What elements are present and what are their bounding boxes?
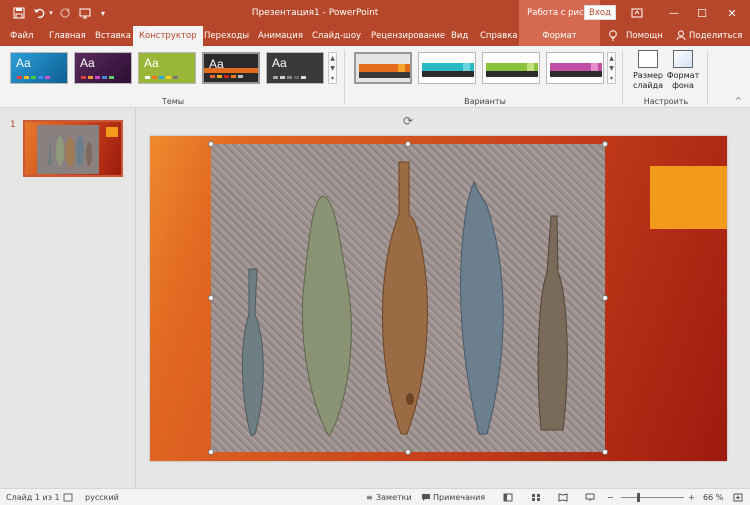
group-divider xyxy=(344,50,345,104)
tab-slideshow[interactable]: Слайд-шоу xyxy=(312,26,361,46)
themes-group-label: Темы xyxy=(161,97,185,106)
zoom-in-button[interactable]: + xyxy=(688,489,695,505)
close-button[interactable]: ✕ xyxy=(718,0,746,26)
variant-thumbnail[interactable] xyxy=(482,52,540,84)
group-divider xyxy=(707,50,708,104)
tab-animation[interactable]: Анимация xyxy=(258,26,303,46)
resize-handle[interactable] xyxy=(602,449,608,455)
zoom-level[interactable]: 66 % xyxy=(703,489,723,505)
themes-scroll[interactable]: ▲ ▼ ▾ xyxy=(328,52,337,84)
theme-thumbnail[interactable]: Aa xyxy=(10,52,68,84)
ribbon-options-icon[interactable] xyxy=(625,0,649,26)
resize-handle[interactable] xyxy=(405,141,411,147)
resize-handle[interactable] xyxy=(208,295,214,301)
theme-aa-label: Aa xyxy=(80,56,95,70)
slide-counter: Слайд 1 из 1 xyxy=(6,493,60,502)
variants-scroll[interactable]: ▲ ▼ ▾ xyxy=(607,52,616,84)
theme-aa-label: Aa xyxy=(144,56,159,70)
save-icon[interactable] xyxy=(10,0,28,26)
ribbon-tabs: Файл Главная Вставка Конструктор Переход… xyxy=(0,26,750,46)
notes-icon[interactable]: ≡ xyxy=(366,489,373,505)
share-icon[interactable] xyxy=(676,26,686,46)
slide-number: 1 xyxy=(10,120,16,130)
thumbnail-photo xyxy=(37,125,99,174)
tab-review[interactable]: Рецензирование xyxy=(371,26,445,46)
slide-thumbnail[interactable] xyxy=(23,120,123,177)
reading-view-icon[interactable] xyxy=(558,489,568,505)
variant-thumbnail-selected[interactable] xyxy=(354,52,412,84)
comments-icon[interactable] xyxy=(421,489,431,505)
format-background-label-1: Формат xyxy=(666,71,700,80)
slide-size-button[interactable]: Размер слайда xyxy=(630,50,666,96)
undo-dropdown-icon[interactable]: ▾ xyxy=(47,0,55,26)
resize-handle[interactable] xyxy=(602,141,608,147)
customize-group-label: Настроить xyxy=(643,97,689,106)
theme-thumbnail-selected[interactable]: Aa xyxy=(202,52,260,84)
theme-aa-label: Aa xyxy=(272,56,287,70)
format-background-icon xyxy=(673,50,693,68)
tab-insert[interactable]: Вставка xyxy=(95,26,131,46)
tab-design[interactable]: Конструктор xyxy=(133,26,203,46)
share-button[interactable]: Поделиться xyxy=(689,26,742,46)
tab-home[interactable]: Главная xyxy=(49,26,86,46)
theme-aa-label: Aa xyxy=(16,56,31,70)
variant-thumbnail[interactable] xyxy=(546,52,604,84)
from-beginning-icon[interactable] xyxy=(78,0,92,26)
theme-thumbnail[interactable]: Aa xyxy=(74,52,132,84)
resize-handle[interactable] xyxy=(602,295,608,301)
zoom-out-button[interactable]: − xyxy=(607,489,614,505)
sign-in-button[interactable]: Вход xyxy=(584,5,616,20)
notes-button[interactable]: Заметки xyxy=(376,489,412,505)
normal-view-icon[interactable] xyxy=(503,489,513,505)
tab-view[interactable]: Вид xyxy=(451,26,468,46)
powerpoint-window: Презентация1 - PowerPoint ▾ ▾ Работа с р… xyxy=(0,0,750,505)
slide-size-label-1: Размер xyxy=(632,71,663,80)
thumbnail-accent xyxy=(106,127,118,137)
variant-thumbnail[interactable] xyxy=(418,52,476,84)
resize-handle[interactable] xyxy=(208,449,214,455)
zoom-slider-track[interactable] xyxy=(621,497,684,498)
tab-file[interactable]: Файл xyxy=(10,26,33,46)
collapse-ribbon-icon[interactable]: ^ xyxy=(735,96,742,105)
theme-thumbnail[interactable]: Aa xyxy=(266,52,324,84)
slide-thumbnails-pane: 1 xyxy=(0,108,136,488)
accent-rectangle[interactable] xyxy=(650,166,727,229)
format-background-label-2: фона xyxy=(672,81,694,90)
comments-button[interactable]: Примечания xyxy=(433,489,485,505)
rotate-handle-icon[interactable]: ⟳ xyxy=(401,114,415,128)
slide-sorter-icon[interactable] xyxy=(531,489,541,505)
minimize-button[interactable]: — xyxy=(662,0,686,26)
tab-transitions[interactable]: Переходы xyxy=(204,26,249,46)
resize-handle[interactable] xyxy=(208,141,214,147)
language-indicator[interactable]: русский xyxy=(85,489,119,505)
slide-canvas[interactable]: ⟳ xyxy=(150,114,727,461)
format-background-button[interactable]: Формат фона xyxy=(665,50,701,96)
redo-icon[interactable] xyxy=(58,0,72,26)
lightbulb-icon[interactable] xyxy=(608,26,618,46)
workspace: 1 ⟳ xyxy=(0,108,750,488)
tell-me-box[interactable]: Помощн xyxy=(626,26,663,46)
variants-group-label: Варианты xyxy=(464,97,506,106)
theme-thumbnail[interactable]: Aa xyxy=(138,52,196,84)
slideshow-icon[interactable] xyxy=(585,489,595,505)
tab-help[interactable]: Справка xyxy=(480,26,517,46)
fit-slide-icon[interactable] xyxy=(733,489,743,505)
maximize-button[interactable]: ☐ xyxy=(690,0,714,26)
zoom-slider-thumb[interactable] xyxy=(637,493,640,502)
undo-icon[interactable] xyxy=(32,0,46,26)
slide-size-label-2: слайда xyxy=(632,81,664,90)
title-bar: Презентация1 - PowerPoint ▾ ▾ Работа с р… xyxy=(0,0,750,26)
design-ribbon: Aa Aa Aa Aa Aa ▲ ▼ ▾ Темы ▲ ▼ ▾ Варианты… xyxy=(0,46,750,108)
resize-handle[interactable] xyxy=(405,449,411,455)
group-divider xyxy=(622,50,623,104)
tab-format[interactable]: Формат xyxy=(519,26,600,46)
picture-spearheads[interactable] xyxy=(211,144,605,452)
slide-size-icon xyxy=(638,50,658,68)
spelling-icon[interactable] xyxy=(63,489,73,505)
status-bar: Слайд 1 из 1 русский ≡ Заметки Примечани… xyxy=(0,488,750,505)
customize-qat-icon[interactable]: ▾ xyxy=(98,0,108,26)
